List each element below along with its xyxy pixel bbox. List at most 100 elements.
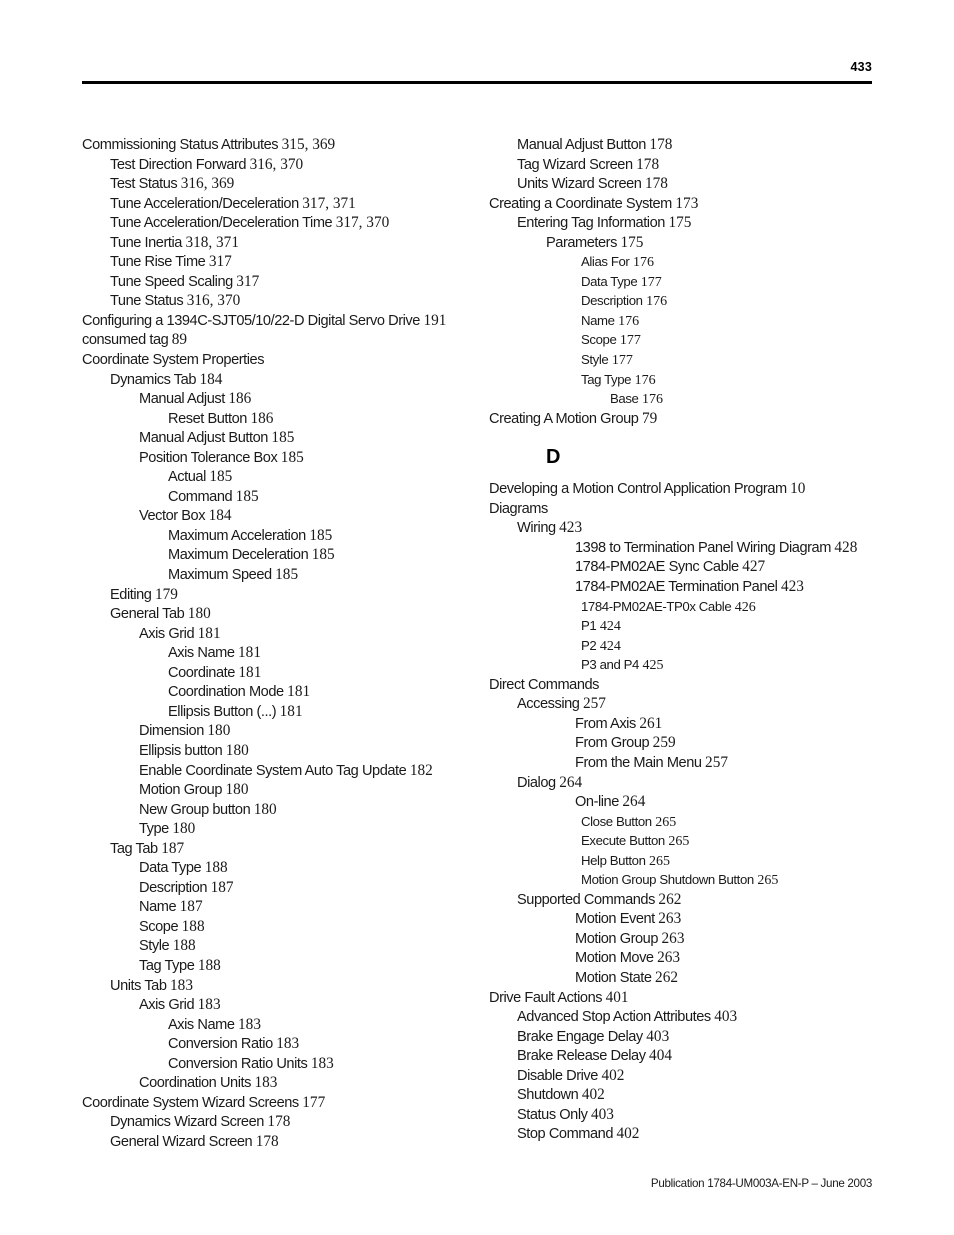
index-entry: Maximum Acceleration 185 (82, 526, 482, 546)
index-entry: On-line 264 (489, 792, 889, 812)
index-entry-label: Commissioning Status Attributes (82, 137, 279, 153)
index-entry-label: Command (168, 488, 233, 505)
index-entry-pages: 175 (620, 233, 644, 251)
index-entry-pages: 183 (310, 1054, 334, 1072)
index-entry-pages: 180 (225, 741, 249, 759)
index-entry-label: Tag Wizard Screen (517, 156, 633, 173)
index-entry-label: Brake Release Delay (517, 1048, 646, 1065)
index-entry-label: Axis Grid (139, 625, 195, 642)
index-entry-pages: 316, 370 (186, 292, 241, 310)
index-entry-label: Tune Speed Scaling (110, 273, 233, 290)
index-entry: Parameters 175 (489, 233, 889, 253)
index-entry: General Wizard Screen 178 (82, 1132, 482, 1152)
index-entry-label: Creating a Coordinate System (489, 195, 672, 212)
index-entry-pages: 263 (657, 949, 681, 967)
index-entry-pages: 264 (559, 773, 583, 791)
index-entry-pages: 183 (254, 1074, 278, 1092)
index-entry-label: Name (139, 899, 177, 916)
index-entry: Tag Tab 187 (82, 839, 482, 859)
index-entry: From Axis 261 (489, 714, 889, 734)
index-entry-label: Maximum Deceleration (168, 547, 309, 564)
index-entry-pages: 317 (236, 272, 260, 290)
index-entry-label: Enable Coordinate System Auto Tag Update (139, 762, 407, 779)
index-entry: Dynamics Tab 184 (82, 370, 482, 390)
index-entry-pages: 186 (250, 409, 274, 427)
index-entry-pages: 187 (179, 898, 203, 916)
index-entry: Brake Release Delay 404 (489, 1046, 889, 1066)
index-entry-pages: 265 (757, 873, 779, 889)
index-entry: Test Status 316, 369 (82, 174, 482, 194)
index-entry-pages: 316, 369 (180, 175, 235, 193)
index-entry-label: Tune Acceleration/Deceleration (110, 195, 299, 212)
index-entry-label: Motion Group (139, 782, 223, 799)
index-entry-pages: 187 (210, 878, 234, 896)
index-entry-pages: 185 (209, 468, 233, 486)
index-entry: Tag Type 188 (82, 956, 482, 976)
index-entry-label: General Tab (110, 606, 185, 623)
index-entry-label: Coordination Units (139, 1075, 251, 1092)
index-entry: Units Tab 183 (82, 976, 482, 996)
index-entry: 1784-PM02AE-TP0x Cable 426 (489, 597, 889, 617)
index-entry-pages: 264 (622, 793, 646, 811)
index-entry-label: Maximum Acceleration (168, 527, 306, 544)
index-entry: General Tab 180 (82, 604, 482, 624)
index-entry: Ellipsis button 180 (82, 741, 482, 761)
index-entry-label: Axis Name (168, 1016, 235, 1033)
index-entry: Actual 185 (82, 467, 482, 487)
index-entry-label: Conversion Ratio Units (168, 1055, 308, 1072)
index-entry: Reset Button 186 (82, 409, 482, 429)
index-entry-pages: 184 (208, 507, 232, 525)
index-entry: Configuring a 1394C-SJT05/10/22-D Digita… (82, 311, 482, 331)
index-entry-label: Data Type (139, 860, 202, 877)
index-entry-label: Motion Group (575, 930, 659, 947)
index-entry-pages: 185 (271, 429, 295, 447)
index-entry-pages: 177 (640, 274, 662, 290)
index-entry-label: General Wizard Screen (110, 1133, 253, 1150)
index-entry-pages: 181 (238, 644, 261, 662)
index-entry: Close Button 265 (489, 812, 889, 832)
index-entry: Supported Commands 262 (489, 890, 889, 910)
index-entry-label: Manual Adjust (139, 391, 225, 408)
index-entry-label: Maximum Speed (168, 567, 272, 584)
index-entry-label: Test Status (110, 176, 178, 193)
index-entry-label: Tune Inertia (110, 234, 182, 251)
index-entry-label: Motion Move (575, 950, 654, 967)
index-entry-pages: 177 (302, 1093, 326, 1111)
index-entry: Tune Speed Scaling 317 (82, 272, 482, 292)
index-entry: Tune Status 316, 370 (82, 291, 482, 311)
index-entry: Motion Move 263 (489, 948, 889, 968)
index-entry-label: From Group (575, 735, 650, 752)
index-entry: Wiring 423 (489, 518, 889, 538)
index-column-left: Commissioning Status Attributes 315, 369 T… (82, 135, 482, 1151)
index-entry-pages: 317 (208, 253, 232, 271)
index-entry-pages: 191 (423, 311, 447, 329)
index-entry-label: Tag Tab (110, 840, 158, 857)
index-entry: Tune Rise Time 317 (82, 252, 482, 272)
index-entry-label: Coordinate System Properties (82, 352, 265, 369)
index-entry-label: Motion State (575, 969, 652, 986)
page-header: 433 (82, 60, 872, 84)
index-entry: Creating A Motion Group 79 (489, 409, 889, 429)
index-entry-label: Style (581, 352, 609, 368)
index-entry-label: Parameters (546, 234, 617, 251)
index-entry-label: Axis Grid (139, 997, 195, 1014)
index-entry-pages: 181 (287, 683, 311, 701)
index-entry: consumed tag 89 (82, 330, 482, 350)
index-entry: Tune Acceleration/Deceleration Time 317, … (82, 213, 482, 233)
index-entry-label: Manual Adjust Button (517, 137, 646, 153)
index-entry: 1784-PM02AE Sync Cable 427 (489, 557, 889, 577)
index-entry-label: On-line (575, 794, 619, 811)
index-entry: Units Wizard Screen 178 (489, 174, 889, 194)
index-entry: Command 185 (82, 487, 482, 507)
index-entry: New Group button 180 (82, 800, 482, 820)
index-entry: Brake Engage Delay 403 (489, 1027, 889, 1047)
index-entry: Advanced Stop Action Attributes 403 (489, 1007, 889, 1027)
index-entry: Tune Acceleration/Deceleration 317, 371 (82, 194, 482, 214)
index-entry-label: From the Main Menu (575, 754, 702, 771)
index-entry-pages: 402 (616, 1125, 640, 1143)
index-entry-label: Wiring (517, 520, 556, 537)
index-entry-pages: 178 (636, 155, 660, 173)
index-entry: Data Type 177 (489, 272, 889, 292)
index-entry: Manual Adjust Button 185 (82, 428, 482, 448)
index-entry-pages: 176 (632, 255, 654, 271)
